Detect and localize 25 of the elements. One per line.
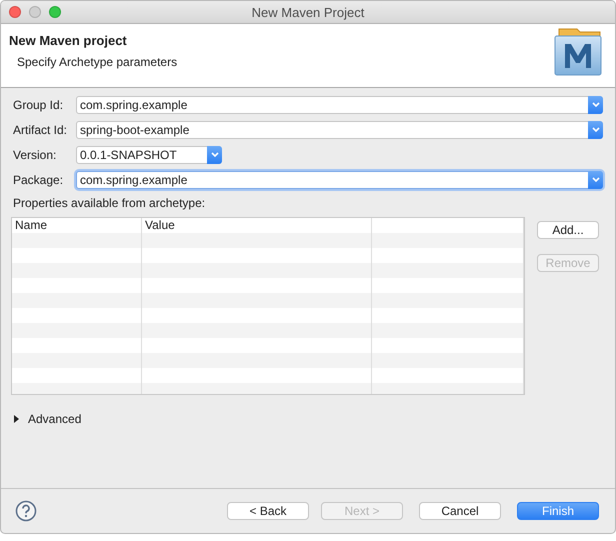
- field-label: Group Id:: [13, 98, 64, 112]
- combo-box[interactable]: spring-boot-example: [76, 121, 603, 139]
- chevron-down-icon: [210, 152, 218, 158]
- page-subtitle: Specify Archetype parameters: [16, 55, 178, 69]
- disclosure-triangle-icon[interactable]: [13, 415, 20, 423]
- section-label: Properties available from archetype:: [13, 196, 206, 210]
- dialog-button[interactable]: Cancel: [419, 502, 501, 520]
- chevron-down-icon: [592, 177, 600, 183]
- page-title: New Maven project: [9, 33, 128, 48]
- section-toggle[interactable]: Advanced: [28, 412, 82, 426]
- combo-box[interactable]: com.spring.example: [76, 171, 603, 189]
- help-icon[interactable]: [15, 500, 37, 522]
- combo-box[interactable]: 0.0.1-SNAPSHOT: [76, 146, 222, 164]
- close-button[interactable]: [9, 6, 21, 18]
- window-title: New Maven Project: [252, 4, 364, 20]
- field-label: Package:: [13, 173, 64, 187]
- dialog-button[interactable]: < Back: [227, 502, 309, 520]
- field-label: Artifact Id:: [13, 123, 68, 137]
- field-label: Version:: [13, 148, 58, 162]
- combo-box[interactable]: com.spring.example: [76, 96, 603, 114]
- chevron-down-icon: [592, 127, 600, 133]
- zoom-button[interactable]: [49, 6, 61, 18]
- minimize-button[interactable]: [29, 6, 41, 18]
- table-action-button[interactable]: Add...: [537, 221, 599, 239]
- chevron-down-icon: [592, 102, 600, 108]
